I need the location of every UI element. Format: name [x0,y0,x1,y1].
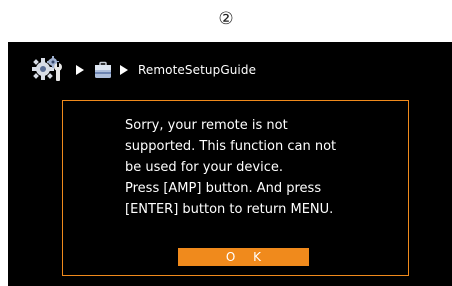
toolbox-icon [95,61,111,78]
breadcrumb: RemoteSetupGuide [30,55,256,85]
step-marker: ② [218,9,234,29]
error-dialog: Sorry, your remote is not supported. Thi… [62,100,409,276]
breadcrumb-arrow-icon [76,65,84,75]
dialog-message: Sorry, your remote is not supported. Thi… [125,118,337,217]
settings-gears-icon [32,56,62,81]
tv-screen: RemoteSetupGuide Sorry, your remote is n… [8,42,452,286]
breadcrumb-arrow-icon [120,65,128,75]
breadcrumb-current: RemoteSetupGuide [138,63,257,77]
ok-button[interactable]: O K [178,248,309,266]
